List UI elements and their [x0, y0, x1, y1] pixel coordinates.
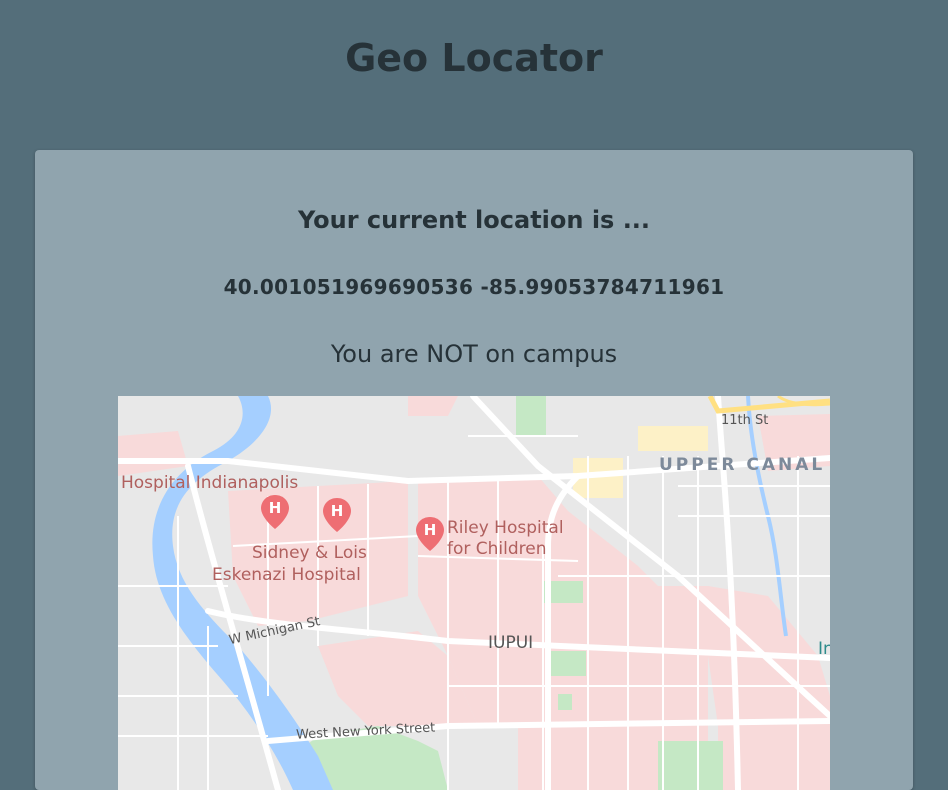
map-view[interactable]: H H H Hospital Indianapolis Riley Hospit… [118, 396, 830, 790]
label-upper-canal: UPPER CANAL [659, 455, 825, 475]
coordinates: 40.001051969690536 -85.99053784711961 [35, 275, 913, 299]
label-eskenazi-hospital: Eskenazi Hospital [212, 565, 361, 585]
label-riley-hospital-2: for Children [447, 539, 547, 559]
label-sidney-lois: Sidney & Lois [252, 543, 367, 563]
label-riley-hospital: Riley Hospital [447, 518, 564, 538]
page-title: Geo Locator [345, 36, 603, 80]
campus-status: You are NOT on campus [330, 340, 618, 368]
svg-text:H: H [424, 521, 437, 539]
label-edge-text: In W [818, 639, 830, 659]
label-iupui: IUPUI [488, 633, 533, 653]
longitude-value: -85.99053784711961 [480, 275, 725, 299]
location-card: Your current location is ... 40.00105196… [35, 150, 913, 790]
commercial-area [638, 426, 708, 451]
map-canvas[interactable]: H H H Hospital Indianapolis Riley Hospit… [118, 396, 830, 790]
svg-text:H: H [331, 502, 344, 520]
label-hospital-indianapolis: Hospital Indianapolis [121, 473, 298, 493]
latitude-value: 40.001051969690536 [223, 275, 474, 299]
svg-text:H: H [269, 499, 282, 517]
location-heading: Your current location is ... [297, 206, 651, 234]
label-11th-st: 11th St [721, 413, 768, 428]
